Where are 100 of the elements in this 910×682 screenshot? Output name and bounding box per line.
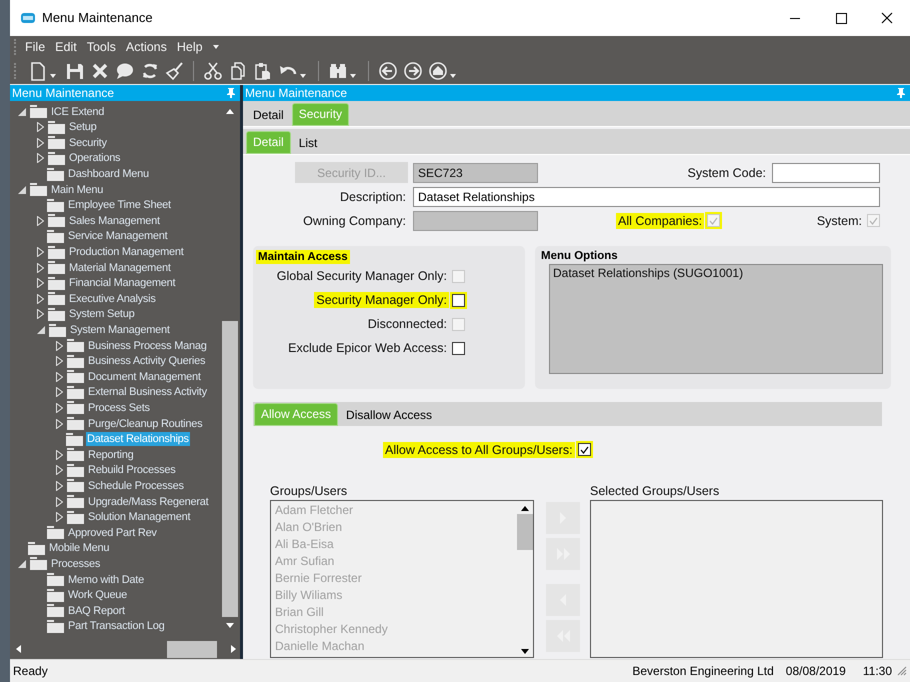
tree-item[interactable]: Production Management	[68, 245, 185, 260]
tree-item[interactable]: Memo with Date	[67, 572, 145, 586]
tree-item[interactable]: Employee Time Sheet	[67, 198, 172, 212]
dropdown-caret-icon[interactable]	[350, 74, 356, 78]
collapse-icon[interactable]	[37, 326, 45, 334]
system-code-field[interactable]	[772, 162, 880, 183]
collapse-icon[interactable]	[18, 560, 26, 568]
tree-item[interactable]: Executive Analysis	[68, 292, 157, 306]
tree-item[interactable]: Material Management	[68, 260, 172, 275]
tab[interactable]: Disallow Access	[340, 404, 438, 426]
expand-icon[interactable]	[37, 294, 44, 304]
checkbox[interactable]	[452, 294, 465, 307]
tree-item[interactable]: Dataset Relationships	[86, 432, 190, 446]
tree-item[interactable]: Approved Part Rev	[67, 526, 158, 540]
scroll-up-icon[interactable]	[226, 108, 234, 114]
dropdown-caret-icon[interactable]	[50, 74, 56, 78]
scroll-down-icon[interactable]	[226, 622, 234, 628]
tree-item[interactable]: Part Transaction Log	[67, 619, 166, 634]
broom-icon[interactable]	[164, 60, 184, 81]
expand-icon[interactable]	[56, 450, 63, 460]
forward-icon[interactable]	[402, 60, 422, 81]
pin-icon[interactable]	[897, 88, 905, 98]
checkbox[interactable]	[578, 443, 591, 456]
scissors-icon[interactable]	[202, 60, 222, 81]
scrollbar-thumb[interactable]	[167, 640, 217, 658]
speech-bubble-icon[interactable]	[114, 60, 134, 81]
expand-icon[interactable]	[56, 372, 63, 382]
expand-icon[interactable]	[56, 402, 63, 413]
tree-item[interactable]: Process Sets	[87, 400, 151, 415]
dropdown-caret-icon[interactable]	[450, 74, 456, 78]
scrollbar-thumb[interactable]	[222, 320, 238, 617]
tree-item[interactable]: Document Management	[87, 370, 202, 384]
scroll-down-icon[interactable]	[521, 648, 529, 654]
tree-item[interactable]: Setup	[68, 120, 98, 134]
collapse-icon[interactable]	[18, 186, 26, 194]
tree-item[interactable]: Rebuild Processes	[87, 463, 176, 478]
collapse-icon[interactable]	[18, 108, 26, 116]
expand-icon[interactable]	[37, 153, 44, 164]
tree-item[interactable]: Financial Management	[68, 276, 176, 290]
tab[interactable]: Detail	[247, 104, 290, 126]
tree-item[interactable]: BAQ Report	[67, 604, 126, 618]
tree-item[interactable]: Mobile Menu	[48, 541, 110, 556]
tree-item[interactable]: Business Activity Queries	[87, 354, 206, 368]
tree-item[interactable]: Upgrade/Mass Regenerat	[87, 494, 210, 509]
tree-item[interactable]: Security	[68, 136, 108, 150]
tree-item[interactable]: Service Management	[67, 229, 168, 244]
pin-icon[interactable]	[227, 88, 235, 98]
tree-item[interactable]: System Management	[69, 323, 171, 337]
checkbox[interactable]	[452, 342, 465, 355]
tree-item[interactable]: System Setup	[68, 307, 136, 322]
expand-icon[interactable]	[37, 278, 44, 288]
tab[interactable]: List	[292, 132, 324, 154]
expand-icon[interactable]	[56, 387, 63, 398]
tree-item[interactable]: ICE Extend	[50, 104, 106, 119]
tree-item[interactable]: External Business Activity	[87, 385, 208, 400]
tree-item[interactable]: Dashboard Menu	[67, 167, 150, 182]
scroll-right-icon[interactable]	[231, 645, 236, 654]
menu-item[interactable]: Tools	[86, 40, 116, 54]
expand-icon[interactable]	[56, 340, 63, 351]
paste-icon[interactable]	[252, 60, 272, 81]
menu-item[interactable]: Actions	[126, 40, 167, 54]
folder-icon	[28, 542, 45, 555]
expand-icon[interactable]	[37, 247, 44, 258]
expand-icon[interactable]	[37, 216, 44, 226]
tree-item[interactable]: Processes	[50, 556, 102, 571]
expand-icon[interactable]	[56, 480, 63, 491]
checkbox-label: System:	[816, 212, 863, 229]
expand-icon[interactable]	[37, 122, 44, 132]
tree-item[interactable]: Purge/Cleanup Routines	[87, 416, 204, 431]
scrollbar-thumb[interactable]	[517, 514, 533, 550]
expand-icon[interactable]	[37, 262, 44, 273]
expand-icon[interactable]	[37, 138, 44, 148]
expand-icon[interactable]	[56, 496, 63, 507]
expand-icon[interactable]	[56, 418, 63, 429]
list-item[interactable]: Dataset Relationships (SUGO1001)	[553, 266, 879, 280]
menu-item[interactable]: Help	[176, 40, 203, 54]
expand-icon[interactable]	[56, 512, 63, 522]
tree-item[interactable]: Main Menu	[50, 182, 104, 197]
tree-item[interactable]: Business Process Manag	[87, 338, 208, 353]
expand-icon[interactable]	[37, 309, 44, 320]
tree-item[interactable]: Sales Management	[68, 214, 161, 228]
tree-item[interactable]: Work Queue	[67, 588, 128, 602]
expand-icon[interactable]	[56, 356, 63, 366]
checkbox-label: All Companies:	[616, 212, 704, 229]
home-icon[interactable]	[428, 60, 448, 81]
tree-item[interactable]: Solution Management	[87, 510, 192, 524]
expand-icon[interactable]	[56, 465, 63, 476]
tree-item[interactable]: Schedule Processes	[87, 478, 185, 493]
scroll-left-icon[interactable]	[16, 645, 21, 654]
menu-item[interactable]: File	[25, 40, 46, 54]
dropdown-caret-icon[interactable]	[300, 74, 306, 78]
tree-item[interactable]: Reporting	[87, 448, 134, 462]
menu-item[interactable]: Edit	[55, 40, 77, 54]
tree-item[interactable]: Operations	[68, 151, 122, 166]
folder-icon	[47, 573, 64, 586]
resize-grip-icon[interactable]	[897, 666, 907, 676]
scroll-up-icon[interactable]	[521, 506, 529, 511]
back-icon[interactable]	[378, 60, 398, 81]
dropdown-caret-icon[interactable]	[212, 44, 219, 49]
description-field[interactable]: Dataset Relationships	[413, 186, 880, 207]
